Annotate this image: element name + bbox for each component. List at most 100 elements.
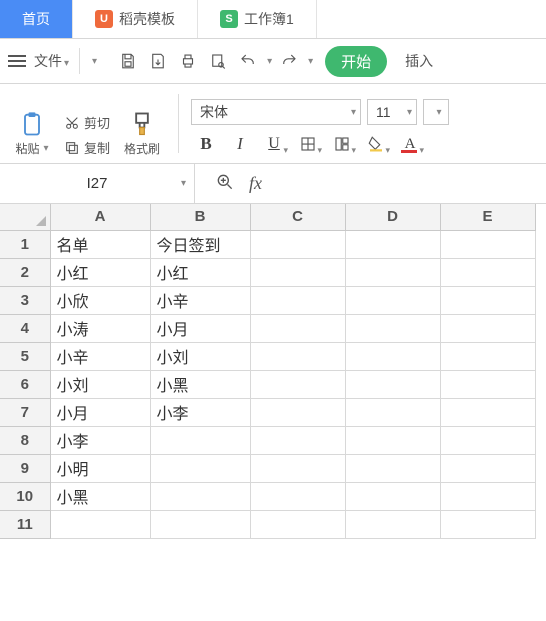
cell-A11[interactable] [50,510,150,538]
copy-button[interactable]: 复制 [64,138,110,157]
cell-D5[interactable] [345,342,440,370]
cell-C4[interactable] [250,314,345,342]
italic-button[interactable]: I [225,131,255,157]
cell-E2[interactable] [440,258,535,286]
chevron-down-icon[interactable]: ▾ [267,56,272,67]
cell-B1[interactable]: 今日签到 [150,230,250,258]
row-header[interactable]: 9 [0,454,50,482]
cell-B11[interactable] [150,510,250,538]
row-header[interactable]: 6 [0,370,50,398]
tab-template[interactable]: U 稻壳模板 [73,0,198,38]
cell-C7[interactable] [250,398,345,426]
cell-B3[interactable]: 小辛 [150,286,250,314]
cell-A6[interactable]: 小刘 [50,370,150,398]
format-painter-button[interactable]: 格式刷 [118,110,166,157]
tab-home[interactable]: 首页 [0,0,73,38]
row-header[interactable]: 2 [0,258,50,286]
col-header-E[interactable]: E [440,204,535,230]
cell-D8[interactable] [345,426,440,454]
cell-E5[interactable] [440,342,535,370]
cell-C8[interactable] [250,426,345,454]
cell-E8[interactable] [440,426,535,454]
row-header[interactable]: 7 [0,398,50,426]
font-name-select[interactable]: 宋体▾ [191,99,361,125]
borders-button[interactable]: ▾ [293,131,323,157]
tab-workbook[interactable]: S 工作簿1 [198,0,317,38]
cell-A7[interactable]: 小月 [50,398,150,426]
cell-A1[interactable]: 名单 [50,230,150,258]
cell-B8[interactable] [150,426,250,454]
font-color-button[interactable]: A▾ [395,131,425,157]
cell-A10[interactable]: 小黑 [50,482,150,510]
row-header[interactable]: 5 [0,342,50,370]
cell-E4[interactable] [440,314,535,342]
print-icon[interactable] [175,48,201,74]
print-preview-icon[interactable] [205,48,231,74]
cell-D2[interactable] [345,258,440,286]
redo-icon[interactable] [276,48,302,74]
cell-D7[interactable] [345,398,440,426]
fx-button[interactable]: fx [249,173,262,194]
col-header-C[interactable]: C [250,204,345,230]
fill-color-button[interactable]: ▾ [361,131,391,157]
layout-button[interactable]: ▾ [327,131,357,157]
chevron-down-icon[interactable]: ▾ [92,56,97,67]
cell-D1[interactable] [345,230,440,258]
cell-C6[interactable] [250,370,345,398]
ribbon-tab-start[interactable]: 开始 [325,46,387,77]
col-header-B[interactable]: B [150,204,250,230]
cell-E11[interactable] [440,510,535,538]
cell-E7[interactable] [440,398,535,426]
cell-C10[interactable] [250,482,345,510]
undo-icon[interactable] [235,48,261,74]
cell-B2[interactable]: 小红 [150,258,250,286]
save-as-icon[interactable] [145,48,171,74]
cut-button[interactable]: 剪切 [64,113,110,132]
cell-C1[interactable] [250,230,345,258]
cell-A8[interactable]: 小李 [50,426,150,454]
underline-button[interactable]: U▾ [259,131,289,157]
cell-E9[interactable] [440,454,535,482]
save-icon[interactable] [115,48,141,74]
cell-C11[interactable] [250,510,345,538]
name-box[interactable]: I27 ▾ [0,164,195,203]
chevron-down-icon[interactable]: ▾ [308,56,313,67]
cell-D11[interactable] [345,510,440,538]
row-header[interactable]: 1 [0,230,50,258]
row-header[interactable]: 3 [0,286,50,314]
font-size-select[interactable]: 11▾ [367,99,417,125]
select-all-triangle[interactable] [0,204,50,230]
cell-C9[interactable] [250,454,345,482]
cell-C2[interactable] [250,258,345,286]
cell-A3[interactable]: 小欣 [50,286,150,314]
cell-E10[interactable] [440,482,535,510]
menu-icon[interactable] [8,55,26,67]
cell-A9[interactable]: 小明 [50,454,150,482]
cell-B4[interactable]: 小月 [150,314,250,342]
cell-E1[interactable] [440,230,535,258]
cell-D9[interactable] [345,454,440,482]
cell-B5[interactable]: 小刘 [150,342,250,370]
row-header[interactable]: 8 [0,426,50,454]
cell-D10[interactable] [345,482,440,510]
row-header[interactable]: 11 [0,510,50,538]
find-icon[interactable] [215,172,235,195]
cell-B6[interactable]: 小黑 [150,370,250,398]
cell-B10[interactable] [150,482,250,510]
col-header-A[interactable]: A [50,204,150,230]
cell-D6[interactable] [345,370,440,398]
font-ext-button[interactable]: ▾ [423,99,449,125]
cell-A5[interactable]: 小辛 [50,342,150,370]
cell-D4[interactable] [345,314,440,342]
cell-A2[interactable]: 小红 [50,258,150,286]
row-header[interactable]: 4 [0,314,50,342]
bold-button[interactable]: B [191,131,221,157]
paste-button[interactable]: 粘贴▾ [8,110,56,157]
cell-D3[interactable] [345,286,440,314]
col-header-D[interactable]: D [345,204,440,230]
cell-B7[interactable]: 小李 [150,398,250,426]
ribbon-tab-insert[interactable]: 插入 [405,51,433,71]
cell-C3[interactable] [250,286,345,314]
cell-C5[interactable] [250,342,345,370]
file-menu[interactable]: 文件▾ [34,51,69,71]
